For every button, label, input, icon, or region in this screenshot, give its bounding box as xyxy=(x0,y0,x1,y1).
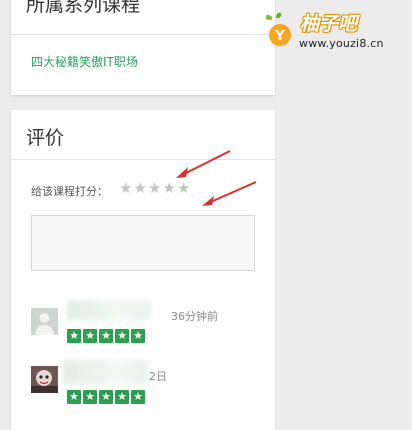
user-photo-icon xyxy=(31,366,58,393)
filled-star-icon: ★ xyxy=(99,329,113,343)
filled-star-icon: ★ xyxy=(67,390,81,404)
citrus-leaf-icon: Y xyxy=(265,12,291,46)
avatar[interactable] xyxy=(31,308,58,335)
filled-star-icon: ★ xyxy=(83,329,97,343)
logo-url: www.youzi8.cn xyxy=(299,37,384,50)
review-card: 评价 给该课程打分： ★ ★ ★ ★ ★ 36分钟前 ★ ★ ★ ★ ★ 2日 … xyxy=(11,110,275,430)
series-card: 所属系列课程 四大秘籍笑傲IT职场 xyxy=(11,0,275,95)
rating-star-2-icon[interactable]: ★ xyxy=(133,180,146,196)
comment-textarea[interactable] xyxy=(31,215,255,271)
rating-star-4-icon[interactable]: ★ xyxy=(162,180,175,196)
filled-star-icon: ★ xyxy=(131,390,145,404)
filled-star-icon: ★ xyxy=(115,390,129,404)
filled-star-icon: ★ xyxy=(115,329,129,343)
series-title: 所属系列课程 xyxy=(26,0,141,16)
filled-star-icon: ★ xyxy=(67,329,81,343)
rating-star-5-icon[interactable]: ★ xyxy=(177,180,190,196)
series-course-link[interactable]: 四大秘籍笑傲IT职场 xyxy=(31,53,138,70)
svg-text:Y: Y xyxy=(274,29,285,44)
rate-label: 给该课程打分： xyxy=(31,185,108,198)
review-time: 2日 xyxy=(149,370,167,383)
rating-star-3-icon[interactable]: ★ xyxy=(148,180,161,196)
youzi8-logo: Y 柚子吧 www.youzi8.cn xyxy=(264,5,410,53)
reviewer-name-blurred xyxy=(63,360,149,384)
review-rating: ★ ★ ★ ★ ★ xyxy=(67,329,145,343)
filled-star-icon: ★ xyxy=(99,390,113,404)
rating-star-1-icon[interactable]: ★ xyxy=(119,180,132,196)
logo-text: 柚子吧 xyxy=(300,13,358,35)
review-rating: ★ ★ ★ ★ ★ xyxy=(67,390,145,404)
filled-star-icon: ★ xyxy=(131,329,145,343)
default-avatar-icon xyxy=(31,308,58,335)
divider xyxy=(11,159,275,160)
rating-input: ★ ★ ★ ★ ★ xyxy=(119,180,190,196)
review-title: 评价 xyxy=(26,127,65,149)
divider xyxy=(11,34,275,35)
avatar[interactable] xyxy=(31,366,58,393)
reviewer-name-blurred xyxy=(67,300,151,320)
review-time: 36分钟前 xyxy=(171,310,218,323)
filled-star-icon: ★ xyxy=(83,390,97,404)
